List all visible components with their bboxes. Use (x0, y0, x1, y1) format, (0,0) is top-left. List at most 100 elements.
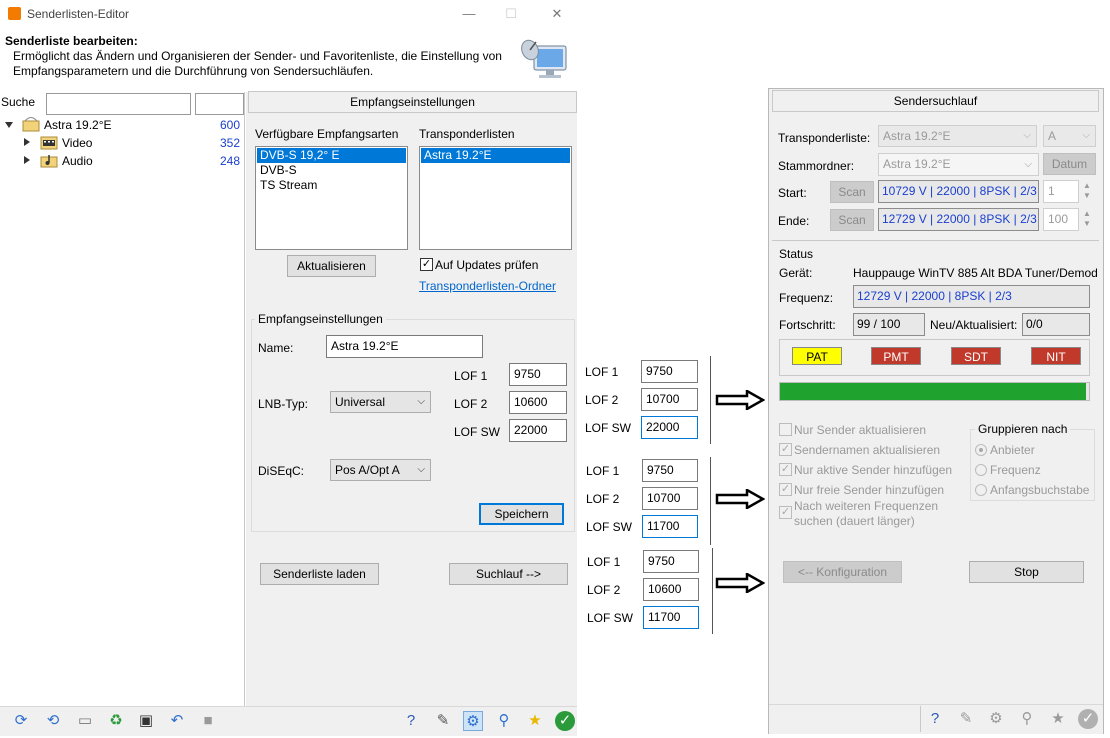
chevron-down-icon: ⌵ (417, 396, 425, 407)
stop-button[interactable]: Stop (969, 561, 1084, 583)
name-field[interactable]: Astra 19.2°E (326, 335, 483, 358)
app-rss-icon (8, 7, 21, 20)
undo-icon[interactable]: ↶ (167, 711, 187, 731)
transponder-lists-list[interactable]: Astra 19.2°E (419, 146, 572, 250)
lof2-field[interactable]: 10600 (509, 391, 567, 414)
group-radio-frequency[interactable] (975, 464, 987, 476)
list-item[interactable]: TS Stream (257, 178, 406, 193)
option-checkbox[interactable]: ✓ (779, 483, 792, 496)
option-checkbox[interactable]: ✓ (779, 506, 792, 519)
option-checkbox[interactable]: ✓ (779, 463, 792, 476)
start-scan-button[interactable]: Suchlauf --> (449, 563, 568, 585)
lofsw-label: LOF SW (587, 611, 634, 625)
start-transponder-field[interactable]: 10729 V | 22000 | 8PSK | 2/3 (878, 180, 1039, 203)
transponder-list-select[interactable]: Astra 19.2°E ⌵ (878, 125, 1037, 147)
device-label: Gerät: (779, 266, 813, 280)
lof1-field: 9750 (641, 360, 698, 383)
save-disk-icon[interactable]: ▣ (136, 711, 156, 731)
end-number-field[interactable]: 100 (1043, 208, 1079, 231)
edit-icon[interactable]: ✎ (956, 709, 976, 729)
tree-item-video[interactable]: Video (62, 136, 92, 154)
reload-icon[interactable]: ⟲ (43, 711, 63, 731)
available-types-label: Verfügbare Empfangsarten (255, 127, 399, 141)
search-filter-input[interactable] (195, 93, 244, 115)
list-item[interactable]: Astra 19.2°E (421, 148, 570, 163)
end-label: Ende: (778, 214, 810, 228)
search-magnifier-icon[interactable]: ⚲ (494, 711, 514, 731)
satellite-list-icon (22, 117, 40, 132)
tree-item-audio[interactable]: Audio (62, 154, 93, 172)
pat-indicator: PAT (792, 347, 842, 365)
edit-icon[interactable]: ✎ (433, 711, 453, 731)
group-radio-provider[interactable] (975, 444, 987, 456)
stop-square-icon[interactable]: ■ (198, 711, 218, 731)
transponder-letter-select[interactable]: A ⌵ (1043, 125, 1096, 147)
help-icon[interactable]: ? (925, 709, 945, 729)
folder-icon[interactable]: ▭ (75, 711, 95, 731)
lnb-type-value: Universal (335, 395, 386, 409)
diseqc-label: DiSEqC: (258, 464, 305, 478)
maximize-button[interactable]: ☐ (499, 4, 523, 24)
help-icon[interactable]: ? (401, 711, 421, 731)
progress-label: Fortschritt: (779, 318, 836, 332)
expand-audio-icon[interactable] (24, 156, 30, 164)
end-spinner-icon[interactable]: ▲ ▼ (1080, 209, 1094, 230)
settings-gear-icon[interactable]: ⚙ (463, 711, 483, 731)
diseqc-select[interactable]: Pos A/Opt A ⌵ (330, 459, 431, 481)
chevron-down-icon: ⌵ (1024, 159, 1032, 170)
nit-indicator: NIT (1031, 347, 1081, 365)
transponder-folder-link[interactable]: Transponderlisten-Ordner (419, 279, 556, 293)
recycle-icon[interactable]: ♻ (106, 711, 126, 731)
list-item[interactable]: DVB-S (257, 163, 406, 178)
audio-folder-icon (40, 155, 58, 168)
save-button[interactable]: Speichern (479, 503, 564, 525)
start-spinner-icon[interactable]: ▲ ▼ (1080, 181, 1094, 202)
favorite-star-icon[interactable]: ★ (525, 711, 545, 731)
favorite-star-icon[interactable]: ★ (1048, 709, 1068, 729)
lof2-field: 10700 (641, 388, 698, 411)
option-checkbox[interactable] (779, 423, 792, 436)
list-item[interactable]: DVB-S 19,2° E (257, 148, 406, 163)
lof1-field[interactable]: 9750 (509, 363, 567, 386)
group-option-label: Anfangsbuchstabe (990, 483, 1090, 497)
pmt-indicator: PMT (871, 347, 921, 365)
chevron-down-icon: ⌵ (417, 464, 425, 475)
lofsw-field[interactable]: 22000 (509, 419, 567, 442)
progress-fill (780, 383, 1086, 400)
close-button[interactable]: ✕ (545, 4, 569, 24)
settings-gear-icon[interactable]: ⚙ (986, 709, 1006, 729)
end-transponder-field[interactable]: 12729 V | 22000 | 8PSK | 2/3 (878, 208, 1039, 231)
date-button[interactable]: Datum (1043, 153, 1096, 175)
refresh-button[interactable]: Aktualisieren (287, 255, 376, 277)
expand-video-icon[interactable] (24, 138, 30, 146)
available-types-list[interactable]: DVB-S 19,2° E DVB-S TS Stream (255, 146, 408, 250)
option-checkbox[interactable]: ✓ (779, 443, 792, 456)
end-scan-button[interactable]: Scan (830, 209, 874, 231)
group-radio-initial[interactable] (975, 484, 987, 496)
option-label: Nur aktive Sender hinzufügen (794, 463, 953, 477)
transponder-list-label: Transponderliste: (778, 131, 871, 145)
grouping-title: Gruppieren nach (975, 422, 1071, 436)
updates-checkbox[interactable]: ✓ (420, 258, 433, 271)
back-to-config-button[interactable]: <-- Konfiguration (783, 561, 902, 583)
monitor-satellite-icon (521, 39, 567, 78)
progress-value: 99 / 100 (853, 313, 925, 336)
refresh-icon[interactable]: ⟳ (11, 711, 31, 731)
start-scan-button[interactable]: Scan (830, 181, 874, 203)
load-channel-list-button[interactable]: Senderliste laden (260, 563, 379, 585)
lofsw-field: 11700 (643, 606, 699, 629)
root-folder-field[interactable]: Astra 19.2°E ⌵ (878, 153, 1039, 176)
device-value: Hauppauge WinTV 885 Alt BDA Tuner/Demod (853, 266, 1098, 280)
new-updated-label: Neu/Aktualisiert: (930, 318, 1018, 332)
lnb-type-select[interactable]: Universal ⌵ (330, 391, 431, 413)
tree-item-astra[interactable]: Astra 19.2°E (44, 118, 112, 136)
confirm-check-icon[interactable]: ✓ (1078, 709, 1098, 729)
expand-astra-icon[interactable] (5, 122, 13, 128)
minimize-button[interactable]: — (457, 4, 481, 24)
start-label: Start: (778, 186, 807, 200)
confirm-check-icon[interactable]: ✓ (555, 711, 575, 731)
search-magnifier-icon[interactable]: ⚲ (1017, 709, 1037, 729)
search-input[interactable] (46, 93, 191, 115)
tree-count-astra: 600 (219, 118, 240, 132)
start-number-field[interactable]: 1 (1043, 180, 1079, 203)
